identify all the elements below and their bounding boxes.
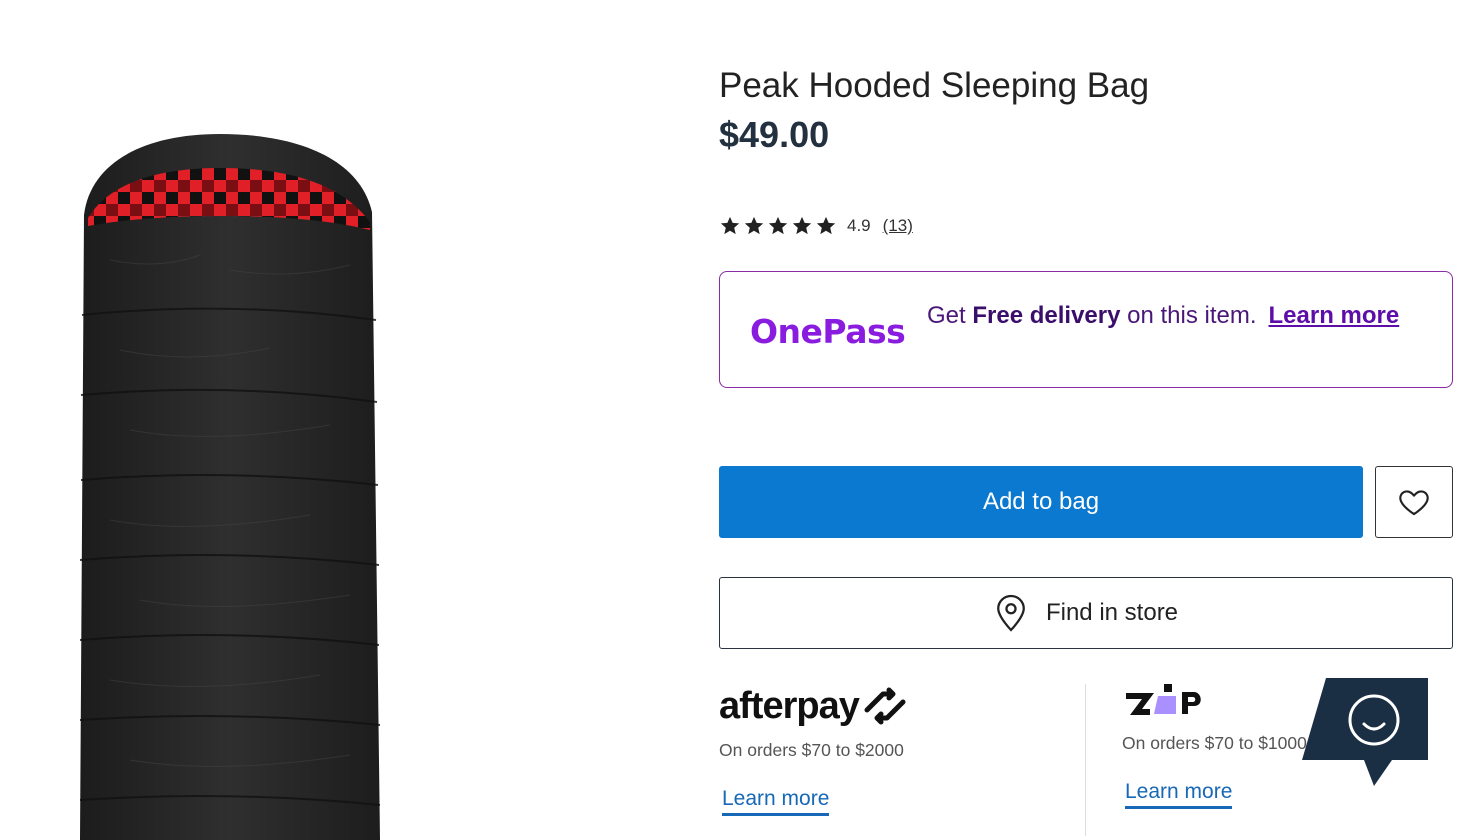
zip-logo-icon [1126, 684, 1201, 715]
onepass-message: Get Free delivery on this item. Learn mor… [927, 302, 1417, 329]
onepass-free-delivery: Free delivery [972, 302, 1121, 329]
star-icon [744, 216, 764, 235]
star-icon [720, 216, 740, 235]
star-icon [768, 216, 788, 235]
onepass-learn-more-link[interactable]: Learn more [1269, 302, 1400, 329]
rating-stars [719, 215, 837, 237]
afterpay-section: afterpay On orders $70 to $2000 Learn mo… [719, 684, 1085, 816]
afterpay-logo: afterpay [719, 684, 1085, 728]
afterpay-arrows-icon [864, 687, 906, 725]
onepass-text-post: on this item. [1120, 302, 1257, 329]
find-in-store-button[interactable]: Find in store [719, 577, 1453, 649]
heart-icon [1399, 490, 1429, 516]
find-in-store-label: Find in store [1045, 599, 1179, 626]
onepass-banner: OnePass Get Free delivery on this item. L… [719, 271, 1453, 388]
afterpay-wordmark: afterpay [719, 684, 860, 727]
star-icon [816, 216, 836, 235]
onepass-text-pre: Get [927, 302, 973, 329]
product-rating: 4.9 (13) [719, 212, 913, 240]
star-icon [792, 216, 812, 235]
onepass-logo: OnePass [750, 312, 906, 351]
location-pin-icon [997, 594, 1025, 632]
payments-divider [1085, 684, 1086, 836]
zip-learn-more-link[interactable]: Learn more [1125, 780, 1233, 809]
product-image [79, 134, 381, 840]
chat-button[interactable] [1302, 678, 1428, 786]
product-price: $49.00 [719, 114, 830, 155]
afterpay-learn-more-link[interactable]: Learn more [722, 787, 830, 816]
add-to-bag-button[interactable]: Add to bag [719, 466, 1363, 538]
review-count-link[interactable]: (13) [883, 216, 913, 236]
product-title: Peak Hooded Sleeping Bag [719, 66, 1150, 105]
afterpay-subtitle: On orders $70 to $2000 [719, 740, 904, 760]
wishlist-button[interactable] [1375, 466, 1453, 538]
rating-value: 4.9 [847, 216, 871, 235]
